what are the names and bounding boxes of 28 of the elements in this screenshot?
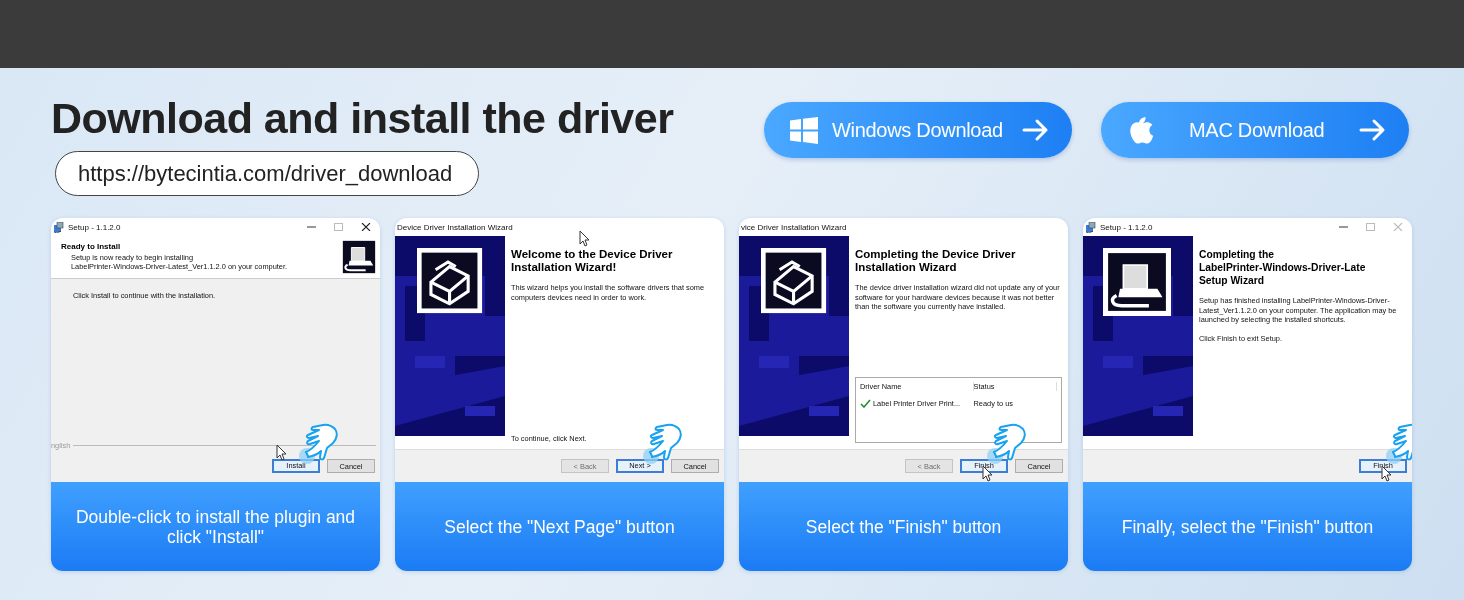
maximize-icon <box>334 223 343 231</box>
step-caption: Select the "Next Page" button <box>395 482 724 571</box>
arrow-right-icon <box>1359 118 1387 142</box>
step-caption: Select the "Finish" button <box>739 482 1068 571</box>
close-icon[interactable] <box>361 223 371 231</box>
window-title: Setup - 1.1.2.0 <box>68 222 121 232</box>
minimize-icon <box>1339 223 1348 231</box>
window-panes-icon <box>790 116 818 144</box>
step-caption: Finally, select the "Finish" button <box>1083 482 1412 571</box>
window-title: vice Driver Installation Wizard <box>741 222 847 232</box>
printer-icon <box>1103 248 1171 316</box>
window-title: Setup - 1.1.2.0 <box>1100 222 1153 232</box>
cursor-icon <box>276 444 287 461</box>
drive-icon <box>761 248 827 314</box>
url-field[interactable]: https://bytecintia.com/driver_download <box>55 151 480 196</box>
wizard-heading: Ready to Install <box>61 242 122 252</box>
page-heading: Download and install the driver <box>51 94 674 142</box>
wizard-heading: Welcome to the Device Driver Installation Wizard! <box>511 248 674 274</box>
window-title: Device Driver Installation Wizard <box>397 222 513 232</box>
drive-icon <box>417 248 483 314</box>
cursor-icon <box>579 230 590 247</box>
apple-icon <box>1127 116 1155 144</box>
minimize-icon <box>307 223 316 231</box>
step-caption: Double-click to install the plugin and click "Install" <box>51 482 380 571</box>
maximize-icon <box>1366 223 1375 231</box>
arrow-right-icon <box>1022 118 1050 142</box>
wizard-heading: Completing the Device Driver Installation Wizard <box>855 248 1017 274</box>
wizard-heading: Completing the LabelPrinter-Windows-Driver-Late Setup Wizard <box>1199 248 1367 287</box>
